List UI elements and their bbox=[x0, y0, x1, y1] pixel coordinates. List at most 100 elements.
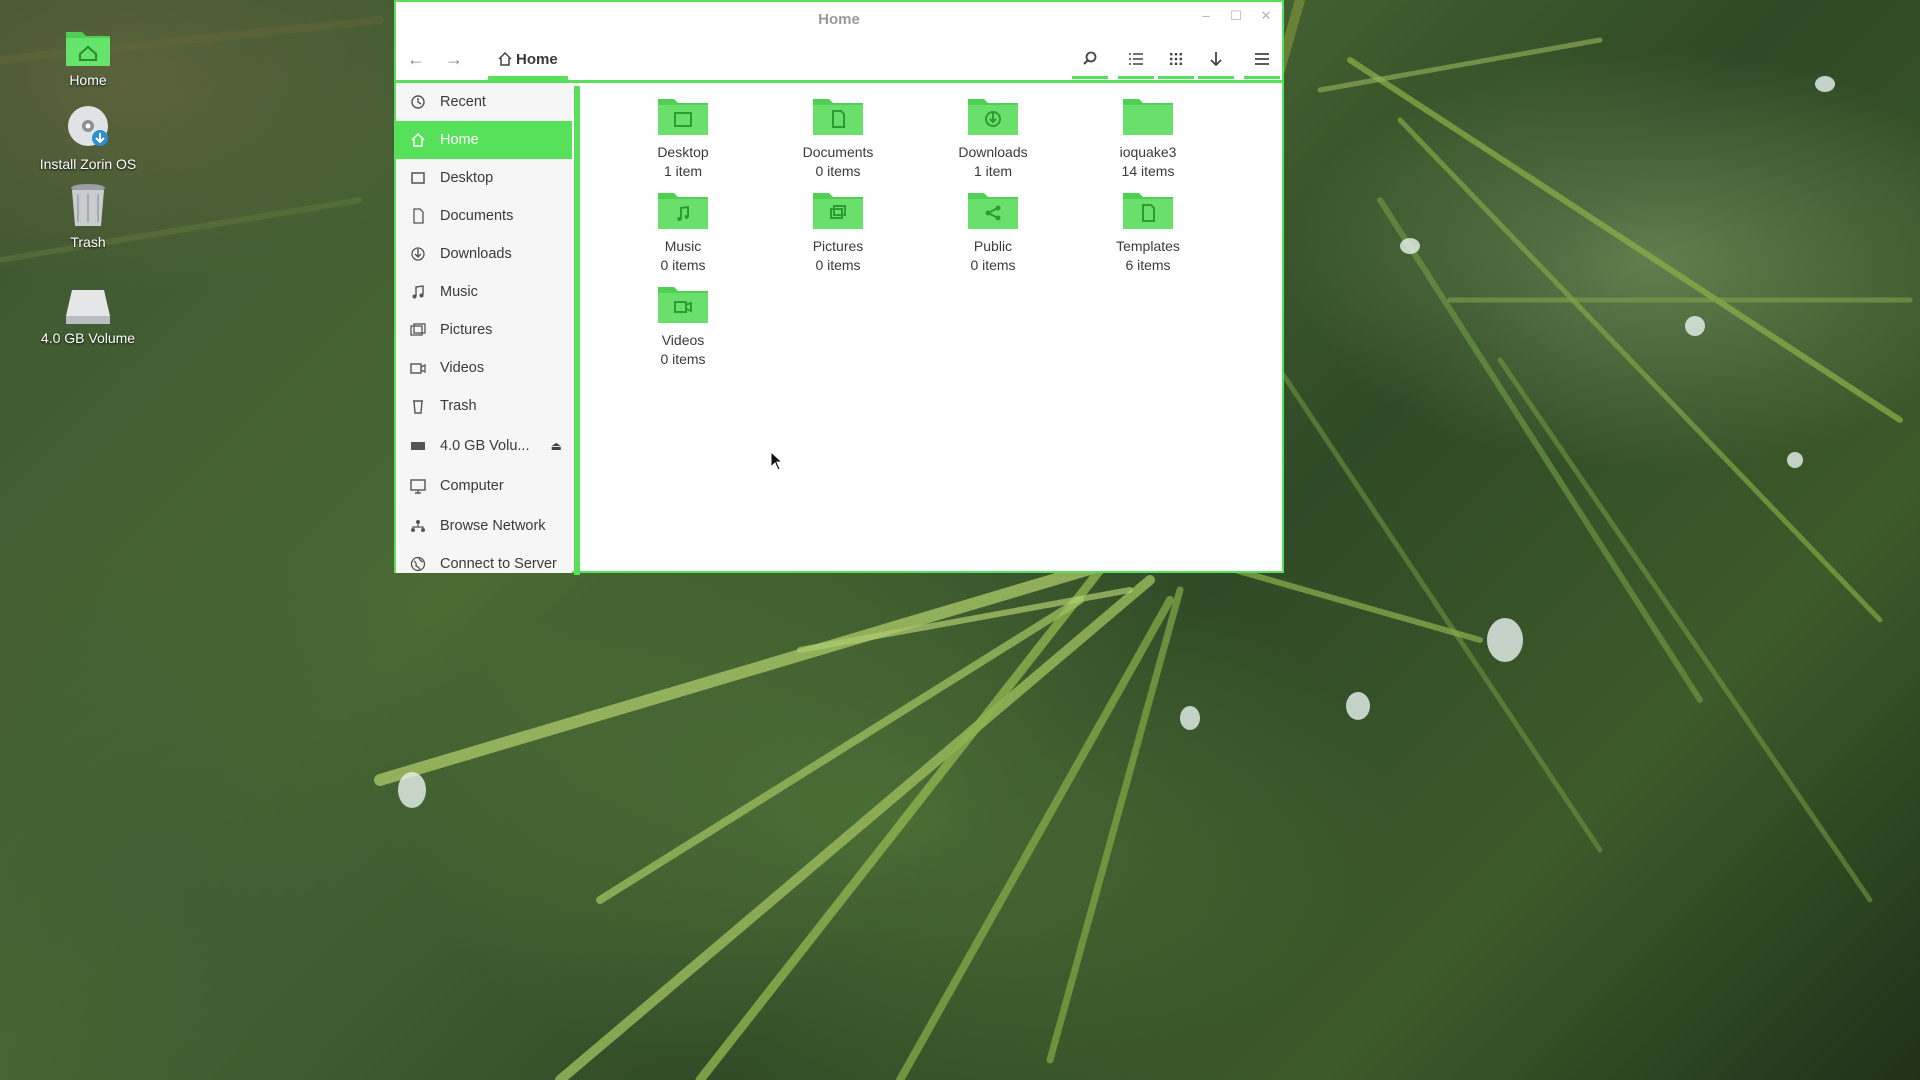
eject-icon[interactable]: ⏏ bbox=[551, 439, 562, 453]
folder-name: Templates bbox=[1116, 238, 1180, 254]
folder-name: Public bbox=[973, 238, 1013, 254]
file-grid: Desktop 1 item Documents 0 items Downloads 1 … bbox=[582, 83, 1282, 571]
breadcrumb-home[interactable]: Home bbox=[488, 44, 568, 80]
desktop-icon-label: Trash bbox=[70, 234, 106, 250]
pictures-icon bbox=[408, 320, 428, 340]
home-folder-icon bbox=[66, 32, 110, 66]
folder-name: ioquake3 bbox=[1119, 144, 1177, 160]
sidebar-item-label: Browse Network bbox=[440, 518, 546, 534]
sidebar-item-desktop[interactable]: Desktop bbox=[396, 159, 572, 197]
folder-item-count: 0 items bbox=[815, 163, 861, 179]
clock-icon bbox=[408, 92, 428, 112]
sidebar-item-music[interactable]: Music bbox=[396, 273, 572, 311]
sidebar-item-label: Videos bbox=[440, 360, 485, 376]
folder-name: Pictures bbox=[812, 238, 864, 254]
list-view-button[interactable] bbox=[1118, 44, 1154, 79]
list-view-icon bbox=[1129, 53, 1143, 65]
hamburger-menu-icon bbox=[1255, 53, 1269, 65]
sidebar-item-label: Connect to Server bbox=[440, 556, 557, 572]
music-emblem-icon bbox=[618, 187, 748, 236]
close-button[interactable]: ✕ bbox=[1256, 8, 1276, 24]
drive-icon bbox=[408, 436, 428, 456]
trash-icon bbox=[408, 396, 428, 416]
download-arrow-icon bbox=[1210, 52, 1222, 67]
folder-item-count: 0 items bbox=[970, 257, 1016, 273]
sidebar-item-home[interactable]: Home bbox=[396, 121, 572, 159]
sidebar-item-pictures[interactable]: Pictures bbox=[396, 311, 572, 349]
sidebar-item-connect-to-server[interactable]: Connect to Server bbox=[396, 545, 572, 573]
sidebar-divider[interactable] bbox=[574, 86, 580, 575]
maximize-button[interactable]: ☐ bbox=[1226, 8, 1246, 24]
folder-documents[interactable]: Documents 0 items bbox=[773, 93, 903, 179]
folder-item-count: 0 items bbox=[815, 257, 861, 273]
sidebar-item-label: Desktop bbox=[440, 170, 494, 186]
folder-item-count: 0 items bbox=[660, 257, 706, 273]
sidebar: Recent Home Desktop Documents Downloads Music… bbox=[396, 83, 572, 573]
desktop-icon-label: 4.0 GB Volume bbox=[40, 330, 136, 346]
grid-view-button[interactable] bbox=[1158, 44, 1194, 79]
drive-icon bbox=[66, 290, 110, 324]
folder-item-count: 14 items bbox=[1121, 163, 1175, 179]
minimize-button[interactable]: – bbox=[1196, 8, 1216, 23]
folder-name: Videos bbox=[661, 332, 705, 348]
folder-ioquake3[interactable]: ioquake3 14 items bbox=[1083, 93, 1213, 179]
sidebar-item-label: 4.0 GB Volu... bbox=[440, 438, 530, 454]
document-icon bbox=[408, 206, 428, 226]
music-note-icon bbox=[408, 282, 428, 302]
sidebar-item-label: Home bbox=[440, 132, 479, 148]
network-icon bbox=[408, 516, 428, 536]
download-button[interactable] bbox=[1198, 44, 1234, 79]
window-title: Home bbox=[818, 11, 860, 28]
folder-name: Music bbox=[664, 238, 702, 254]
document-emblem-icon bbox=[773, 93, 903, 142]
sidebar-item-documents[interactable]: Documents bbox=[396, 197, 572, 235]
sidebar-item-trash[interactable]: Trash bbox=[396, 387, 572, 425]
desktop-icon-volume[interactable]: 4.0 GB Volume bbox=[28, 288, 148, 346]
sidebar-item-label: Computer bbox=[440, 478, 504, 494]
desktop-icon-label: Install Zorin OS bbox=[39, 156, 137, 172]
folder-videos[interactable]: Videos 0 items bbox=[618, 281, 748, 367]
desktop-icon-home[interactable]: Home bbox=[28, 24, 148, 88]
sidebar-item-label: Downloads bbox=[440, 246, 512, 262]
folder-name: Downloads bbox=[958, 144, 1028, 160]
desktop-icon-label: Home bbox=[69, 72, 107, 88]
forward-button[interactable]: → bbox=[436, 44, 472, 74]
sidebar-item-label: Pictures bbox=[440, 322, 493, 338]
back-button[interactable]: ← bbox=[398, 44, 434, 74]
menu-button[interactable] bbox=[1244, 44, 1280, 79]
title-bar[interactable]: Home – ☐ ✕ bbox=[396, 2, 1282, 36]
folder-name: Desktop bbox=[657, 144, 709, 160]
home-icon bbox=[498, 52, 512, 66]
desktop-icon-install-zorin[interactable]: Install Zorin OS bbox=[28, 104, 148, 172]
sidebar-item-videos[interactable]: Videos bbox=[396, 349, 572, 387]
sidebar-item-4-0-gb-volu[interactable]: 4.0 GB Volu... ⏏ bbox=[396, 427, 572, 465]
pictures-emblem-icon bbox=[773, 187, 903, 236]
video-icon bbox=[408, 358, 428, 378]
share-emblem-icon bbox=[928, 187, 1058, 236]
folder-item-count: 6 items bbox=[1125, 257, 1171, 273]
home-icon bbox=[408, 130, 428, 150]
folder-templates[interactable]: Templates 6 items bbox=[1083, 187, 1213, 273]
download-icon bbox=[408, 244, 428, 264]
folder-name: Documents bbox=[802, 144, 874, 160]
desktop-icon-trash[interactable]: Trash bbox=[28, 182, 148, 250]
sidebar-item-label: Music bbox=[440, 284, 478, 300]
sidebar-item-browse-network[interactable]: Browse Network bbox=[396, 507, 572, 545]
folder-item-count: 1 item bbox=[663, 163, 703, 179]
folder-item-count: 1 item bbox=[973, 163, 1013, 179]
folder-public[interactable]: Public 0 items bbox=[928, 187, 1058, 273]
sidebar-item-computer[interactable]: Computer bbox=[396, 467, 572, 505]
folder-music[interactable]: Music 0 items bbox=[618, 187, 748, 273]
desktop-emblem-icon bbox=[618, 93, 748, 142]
download-emblem-icon bbox=[928, 93, 1058, 142]
folder-item-count: 0 items bbox=[660, 351, 706, 367]
folder-desktop[interactable]: Desktop 1 item bbox=[618, 93, 748, 179]
folder-pictures[interactable]: Pictures 0 items bbox=[773, 187, 903, 273]
computer-icon bbox=[408, 476, 428, 496]
toolbar: ← → Home bbox=[396, 36, 1282, 83]
sidebar-item-recent[interactable]: Recent bbox=[396, 83, 572, 121]
video-emblem-icon bbox=[618, 281, 748, 330]
search-button[interactable] bbox=[1072, 44, 1108, 79]
sidebar-item-downloads[interactable]: Downloads bbox=[396, 235, 572, 273]
folder-downloads[interactable]: Downloads 1 item bbox=[928, 93, 1058, 179]
